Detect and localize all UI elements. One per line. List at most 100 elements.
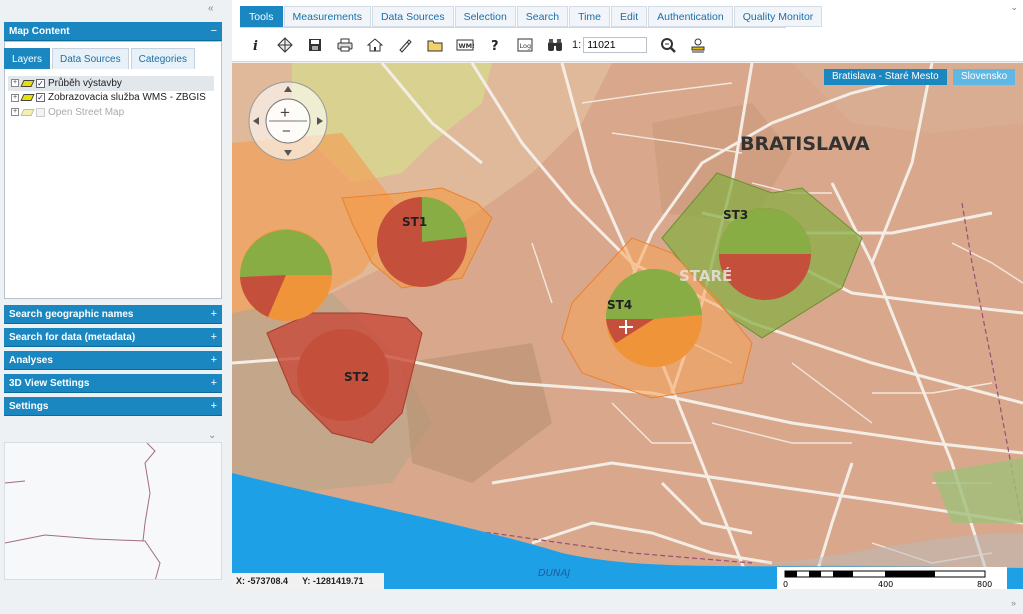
map-view[interactable]: ST1 ST2 ST3 ST4 STARÉ BRATISLAVA DUNAJ B… — [232, 63, 1023, 589]
layer-item[interactable]: + Open Street Map — [8, 105, 214, 120]
section-title: Search geographic names — [9, 309, 134, 320]
x-value: -573708.4 — [247, 576, 289, 586]
svg-text:?: ? — [491, 39, 499, 52]
help-icon[interactable]: ? — [480, 36, 510, 54]
layer-tree: + ✓ Průběh výstavby + ✓ Zobrazovacia slu… — [8, 76, 214, 120]
zoom-in-button[interactable]: + — [280, 103, 290, 123]
expand-icon[interactable]: + — [11, 79, 19, 88]
layer-checkbox[interactable]: ✓ — [36, 78, 45, 88]
y-value: -1281419.71 — [312, 576, 364, 586]
st1-pie-chart: ST1 — [377, 196, 467, 287]
toolbar-divider — [240, 27, 786, 28]
scale-bar: 0 400 800 — [777, 567, 1007, 589]
tab-categories[interactable]: Categories — [130, 48, 195, 69]
save-icon[interactable] — [300, 36, 330, 54]
search-geographic-names-header[interactable]: Search geographic names + — [4, 305, 222, 324]
x-label: X: — [236, 576, 245, 586]
collapse-toolbar-icon[interactable]: ⌄ — [1010, 2, 1018, 13]
svg-text:i: i — [253, 39, 258, 52]
settings-header[interactable]: Settings + — [4, 397, 222, 416]
scale-prefix: 1: — [572, 39, 582, 51]
expand-toggle-icon[interactable]: + — [211, 374, 217, 393]
search-metadata-header[interactable]: Search for data (metadata) + — [4, 328, 222, 347]
print-icon[interactable] — [330, 36, 360, 54]
tab-data-sources[interactable]: Data Sources — [371, 6, 454, 27]
section-title: 3D View Settings — [9, 378, 90, 389]
scale-label: 800 — [977, 580, 992, 589]
overview-boundary — [5, 443, 161, 579]
log-icon[interactable]: Log — [510, 36, 540, 54]
coordinate-readout: X: -573708.4 Y: -1281419.71 — [232, 573, 384, 589]
tool-buttons: i WMS ? — [240, 35, 713, 55]
draw-icon[interactable] — [390, 36, 420, 54]
map-content-title: Map Content — [9, 26, 70, 37]
zoom-to-scale-icon[interactable] — [653, 36, 683, 54]
location-badge-country[interactable]: Slovensko — [953, 69, 1016, 85]
gis-application: « Map Content − Layers Data Sources Cate… — [0, 0, 1023, 614]
layer-item[interactable]: + ✓ Zobrazovacia služba WMS - ZBGIS — [8, 91, 214, 106]
expand-icon[interactable]: + — [11, 93, 19, 102]
layer-icon — [20, 94, 35, 102]
left-panel: « Map Content − Layers Data Sources Cate… — [0, 0, 226, 614]
info-icon[interactable]: i — [240, 36, 270, 54]
section-title: Analyses — [9, 355, 53, 366]
st-west-pie-chart — [239, 229, 332, 321]
svg-text:WMS: WMS — [459, 42, 475, 50]
overview-map[interactable] — [4, 442, 222, 580]
city-label: BRATISLAVA — [740, 133, 870, 155]
expand-toggle-icon[interactable]: + — [211, 305, 217, 324]
section-title: Settings — [9, 401, 49, 412]
tab-measurements[interactable]: Measurements — [283, 6, 371, 27]
layer-checkbox[interactable]: ✓ — [36, 93, 45, 103]
collapse-left-panel-icon[interactable]: « — [208, 3, 214, 14]
layer-checkbox[interactable] — [36, 107, 45, 117]
tab-layers[interactable]: Layers — [4, 48, 51, 69]
layers-icon[interactable] — [270, 36, 300, 54]
layer-icon — [20, 79, 35, 87]
layer-label: Zobrazovacia služba WMS - ZBGIS — [48, 92, 206, 104]
expand-toggle-icon[interactable]: + — [211, 351, 217, 370]
layer-item[interactable]: + ✓ Průběh výstavby — [8, 76, 214, 91]
tab-tools[interactable]: Tools — [240, 6, 283, 27]
scale-input[interactable] — [583, 37, 648, 53]
analyses-header[interactable]: Analyses + — [4, 351, 222, 370]
zoom-out-button[interactable]: − — [282, 123, 291, 140]
map-content-header[interactable]: Map Content − — [4, 22, 222, 41]
binoculars-icon[interactable] — [540, 36, 570, 54]
collapse-toggle-icon[interactable]: − — [211, 22, 217, 41]
layer-icon — [20, 108, 35, 116]
st3-pie-chart: ST3 — [719, 208, 811, 300]
wms-icon[interactable]: WMS — [450, 36, 480, 54]
tab-search[interactable]: Search — [516, 6, 569, 27]
tab-edit[interactable]: Edit — [611, 6, 648, 27]
expand-icon[interactable]: + — [11, 108, 19, 117]
user-icon[interactable] — [683, 36, 713, 54]
expand-toggle-icon[interactable]: + — [211, 328, 217, 347]
tab-selection[interactable]: Selection — [454, 6, 516, 27]
station-label: ST1 — [402, 215, 427, 229]
section-title: Search for data (metadata) — [9, 332, 136, 343]
chevron-down-icon[interactable]: ⌄ — [208, 430, 216, 441]
svg-text:Log: Log — [520, 42, 532, 50]
map-canvas: ST1 ST2 ST3 ST4 STARÉ BRATISLAVA DUNAJ — [232, 63, 1023, 589]
tab-authentication[interactable]: Authentication — [648, 6, 733, 27]
tab-quality-monitor[interactable]: Quality Monitor — [733, 6, 823, 27]
river-label: DUNAJ — [538, 568, 570, 579]
expand-bottom-icon[interactable]: » — [1011, 598, 1016, 608]
y-label: Y: — [302, 576, 311, 586]
station-label: ST2 — [344, 370, 369, 384]
home-icon[interactable] — [360, 36, 390, 54]
tab-data-sources[interactable]: Data Sources — [52, 48, 129, 69]
tab-time[interactable]: Time — [569, 6, 611, 27]
location-badge-city[interactable]: Bratislava - Staré Mesto — [824, 69, 947, 85]
3d-view-settings-header[interactable]: 3D View Settings + — [4, 374, 222, 393]
district-label: STARÉ — [679, 266, 732, 285]
toolbar-tabs: Tools Measurements Data Sources Selectio… — [240, 6, 823, 27]
expand-toggle-icon[interactable]: + — [211, 397, 217, 416]
open-folder-icon[interactable] — [420, 36, 450, 54]
map-content-tabs: Layers Data Sources Categories — [4, 48, 195, 69]
scale-label: 400 — [878, 580, 893, 589]
top-toolbar: Tools Measurements Data Sources Selectio… — [232, 0, 1023, 62]
status-strip: » — [232, 589, 1023, 614]
layer-label: Open Street Map — [48, 106, 125, 118]
